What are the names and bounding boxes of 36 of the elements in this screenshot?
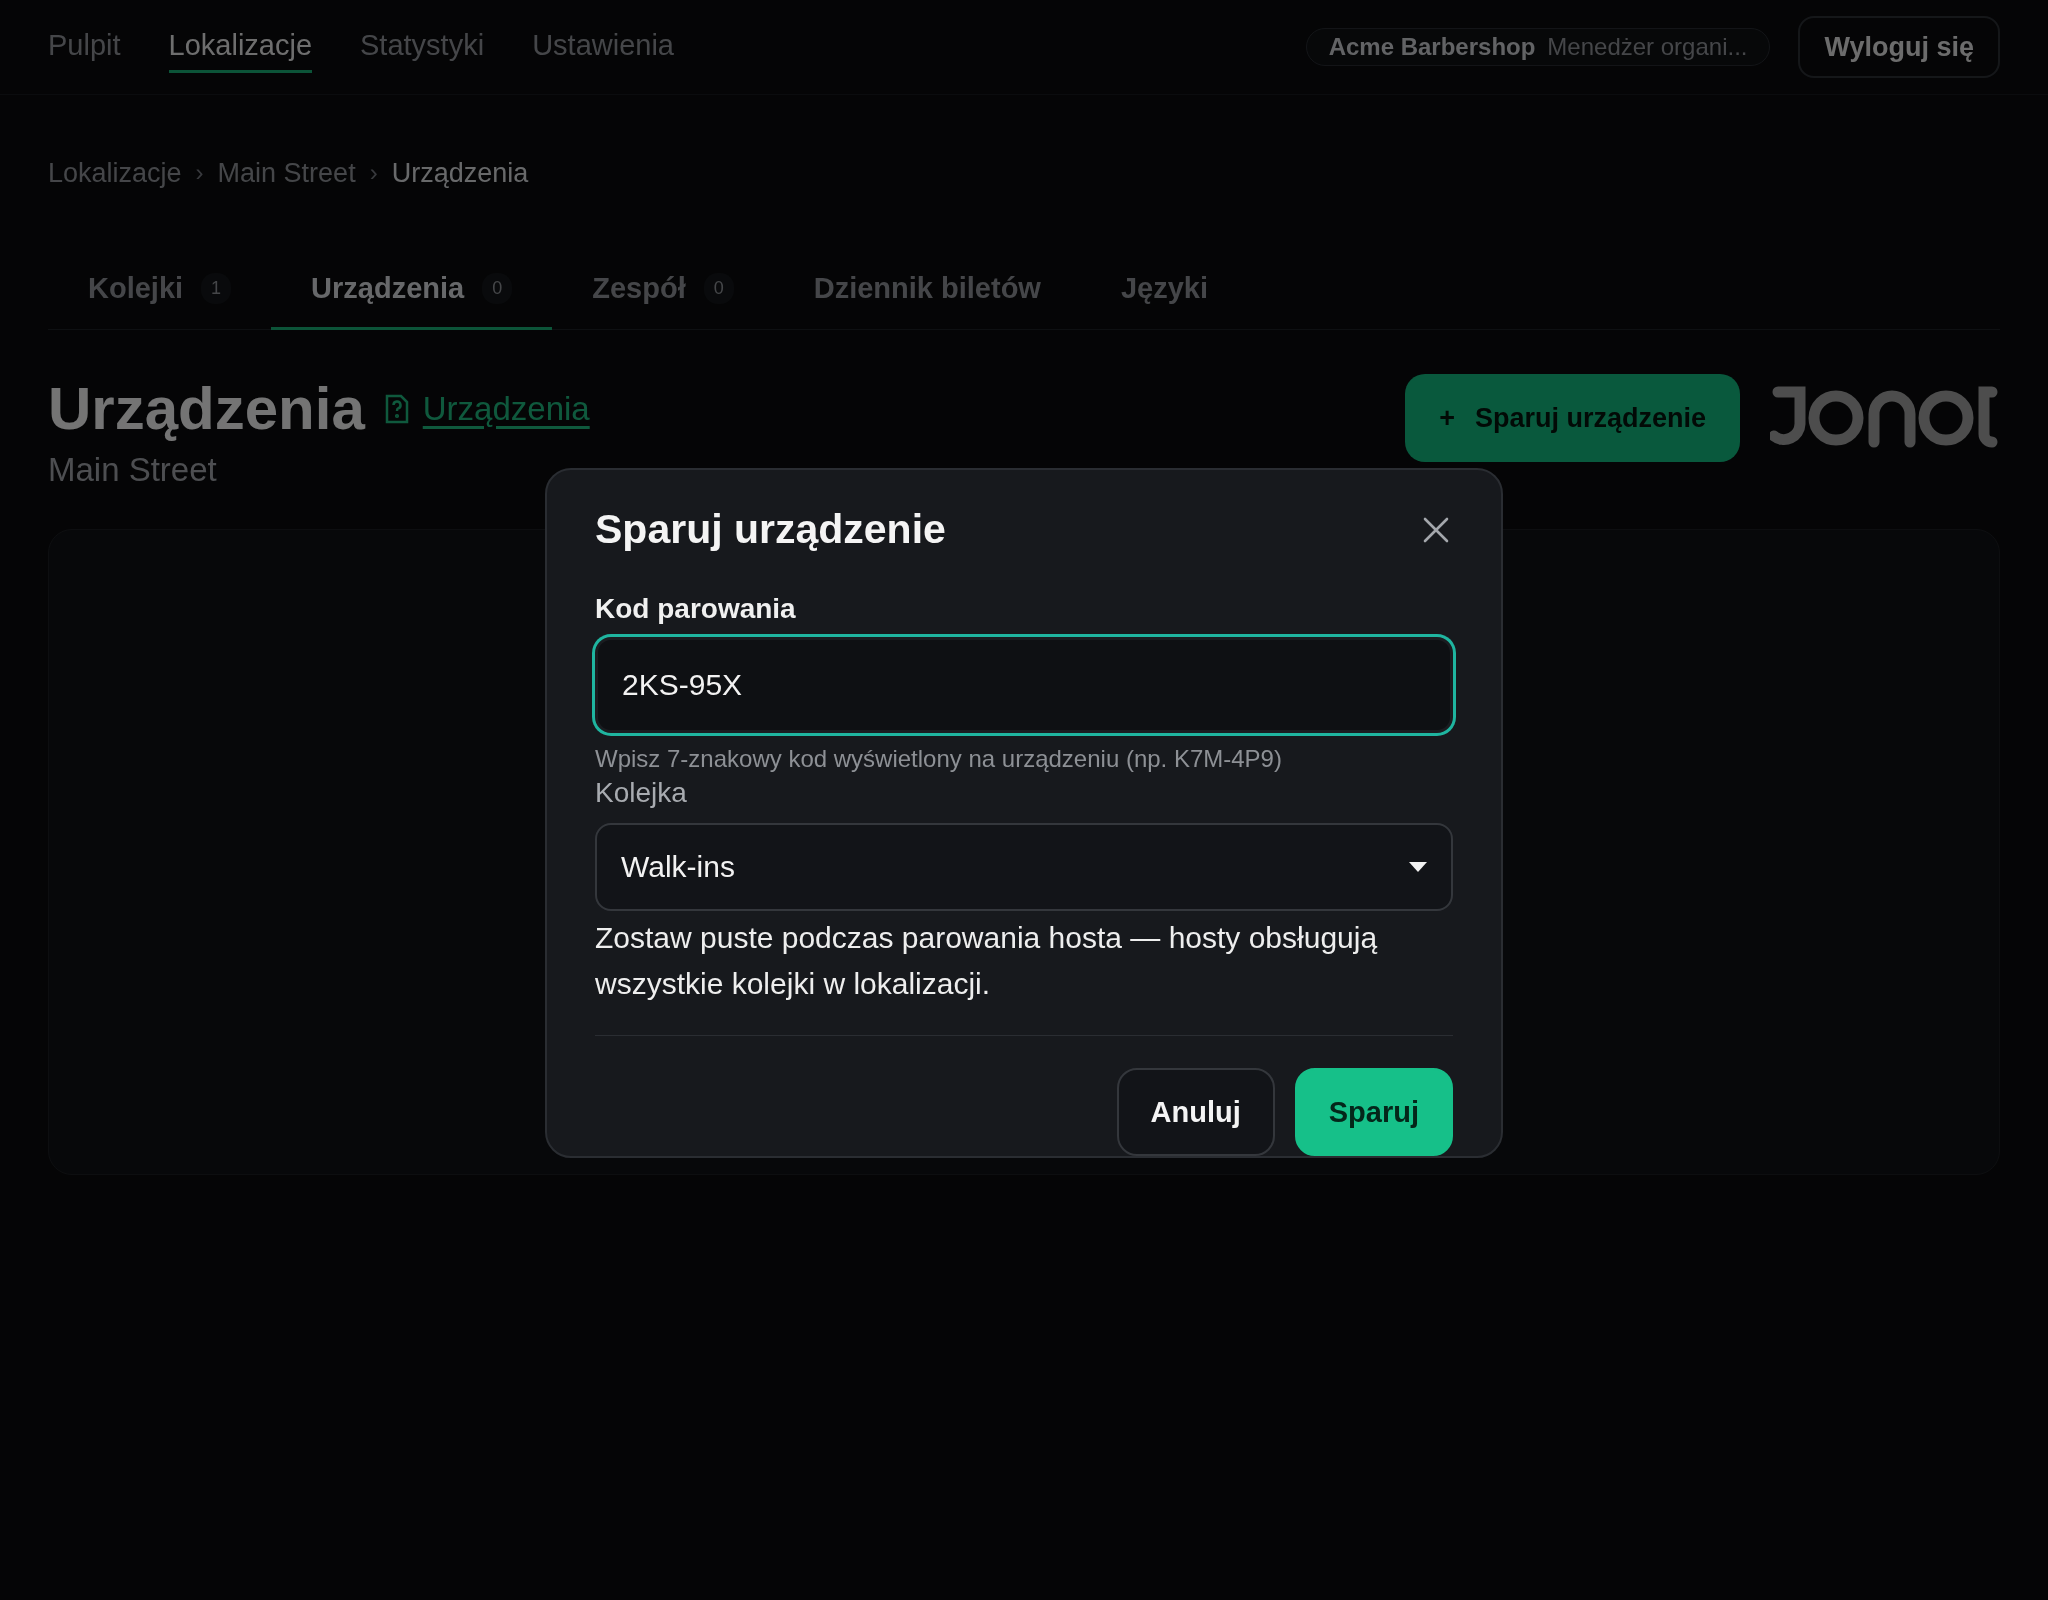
pair-device-button[interactable]: + Sparuj urządzenie bbox=[1405, 374, 1740, 462]
count-badge: 0 bbox=[482, 273, 513, 304]
tab[interactable]: Języki bbox=[1080, 256, 1248, 330]
page-title: Urządzenia bbox=[48, 374, 365, 443]
breadcrumb-link[interactable]: Urządzenia bbox=[391, 157, 529, 189]
pair-button[interactable]: Sparuj bbox=[1294, 1068, 1453, 1156]
count-badge: 0 bbox=[703, 273, 734, 304]
dialog-title: Sparuj urządzenie bbox=[595, 506, 946, 553]
field-help-text: Zostaw puste podczas parowania hosta — hosty obsługują wszystkie kolejki w lokalizacji. bbox=[595, 920, 1379, 1002]
breadcrumb-link[interactable]: Main Street bbox=[217, 157, 356, 189]
count-badge: 1 bbox=[201, 273, 232, 304]
queue-select[interactable]: Walk-ins bbox=[595, 823, 1453, 911]
tab[interactable]: Urządzenia 0 bbox=[271, 256, 553, 330]
help-link[interactable]: Urządzenia bbox=[384, 389, 590, 428]
cancel-button[interactable]: Anuluj bbox=[1116, 1068, 1275, 1156]
page-subtitle: Main Street bbox=[48, 451, 218, 489]
breadcrumb-separator: › bbox=[369, 159, 378, 187]
user-role: Menedżer organi... bbox=[1547, 33, 1748, 61]
tab[interactable]: Dziennik biletów bbox=[773, 256, 1081, 330]
organization-name: Acme Barbershop bbox=[1328, 33, 1536, 61]
breadcrumb-link[interactable]: Lokalizacje bbox=[48, 157, 182, 189]
pairing-code-input[interactable]: 2KS-95X bbox=[595, 637, 1453, 733]
field-label: Kolejka bbox=[595, 777, 687, 808]
field-hint: Wpisz 7-znakowy kod wyświetlony na urządzeniu (np. K7M-4P9) bbox=[595, 745, 1283, 773]
help-icon bbox=[384, 393, 409, 424]
caret-icon bbox=[1409, 862, 1427, 872]
field-label: Kod parowania bbox=[595, 593, 796, 624]
nav-link[interactable]: Pulpit bbox=[48, 21, 121, 73]
tab[interactable]: Zespół 0 bbox=[552, 256, 774, 330]
logout-button[interactable]: Wyloguj się bbox=[1798, 16, 2000, 78]
nav-link[interactable]: Statystyki bbox=[360, 21, 485, 73]
nav-link[interactable]: Lokalizacje bbox=[168, 21, 313, 73]
nav-link[interactable]: Ustawienia bbox=[532, 21, 674, 73]
tab[interactable]: Kolejki 1 bbox=[48, 256, 272, 330]
close-icon bbox=[1423, 516, 1449, 543]
breadcrumb-separator: › bbox=[195, 159, 204, 187]
